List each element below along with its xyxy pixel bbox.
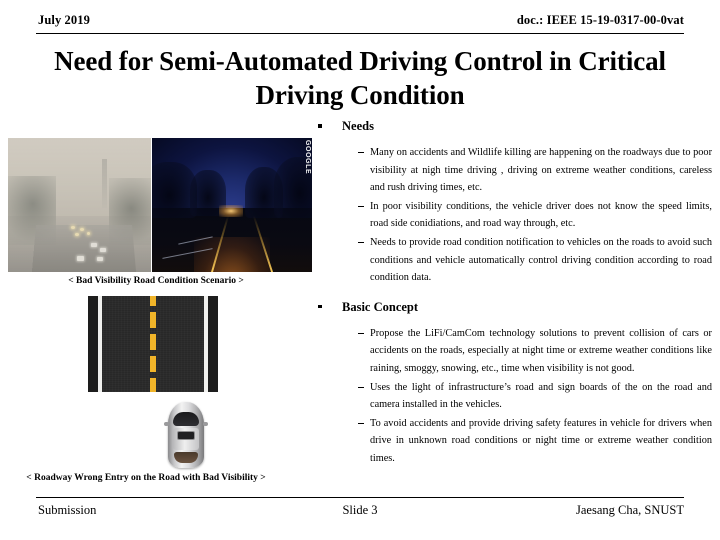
dash-bullet-icon bbox=[358, 241, 364, 243]
bullet-text: To avoid accidents and provide driving s… bbox=[370, 417, 712, 464]
bullet-item: Uses the light of infrastructure’s road … bbox=[312, 379, 712, 414]
center-lane-dash bbox=[150, 296, 156, 306]
slide: July 2019 doc.: IEEE 15-19-0317-00-0vat … bbox=[0, 0, 720, 540]
night-road-photo: GOOGLE bbox=[152, 138, 312, 272]
bullet-text: Uses the light of infrastructure’s road … bbox=[370, 381, 712, 411]
dash-bullet-icon bbox=[358, 332, 364, 334]
car-mirror-left bbox=[164, 422, 169, 426]
bullet-text: In poor visibility conditions, the vehic… bbox=[370, 200, 712, 230]
road-shoulder-left bbox=[88, 296, 98, 392]
road-edge-line-right bbox=[204, 296, 208, 392]
section-heading-label: Basic Concept bbox=[342, 299, 419, 314]
road-shoulder-right bbox=[208, 296, 218, 392]
foggy-highway-photo bbox=[8, 138, 151, 272]
section-heading-label: Needs bbox=[342, 119, 374, 133]
caption-wrong-entry: < Roadway Wrong Entry on the Road with B… bbox=[26, 473, 266, 483]
header-divider bbox=[36, 33, 684, 34]
center-lane-dash bbox=[150, 356, 156, 372]
dash-bullet-icon bbox=[358, 386, 364, 388]
bullet-item: Needs to provide road condition notifica… bbox=[312, 234, 712, 287]
dash-bullet-icon bbox=[358, 152, 364, 153]
bullet-item: Propose the LiFi/CamCom technology solut… bbox=[312, 325, 712, 378]
dash-bullet-icon bbox=[358, 205, 364, 207]
slide-footer: Submission Slide 3 Jaesang Cha, SNUST bbox=[36, 503, 684, 525]
bullet-item: To avoid accidents and provide driving s… bbox=[312, 415, 712, 468]
road-edge-line-left bbox=[98, 296, 102, 392]
car-rear-window bbox=[174, 452, 198, 463]
oncoming-vehicle-glow bbox=[219, 205, 244, 217]
header-date: July 2019 bbox=[38, 13, 90, 27]
footer-author: Jaesang Cha, SNUST bbox=[576, 503, 684, 517]
top-down-car-photo bbox=[164, 402, 208, 468]
section-heading-basic-concept: Basic Concept bbox=[312, 299, 712, 315]
square-bullet-icon bbox=[318, 124, 322, 128]
page-title: Need for Semi-Automated Driving Control … bbox=[54, 46, 666, 110]
bullet-item: In poor visibility conditions, the vehic… bbox=[312, 198, 712, 233]
car-windshield bbox=[173, 412, 199, 426]
slide-content: Needs Many on accidents and Wildlife kil… bbox=[312, 118, 712, 469]
top-down-road-photo bbox=[88, 296, 218, 392]
bullet-item: Many on accidents and Wildlife killing a… bbox=[312, 144, 712, 197]
dash-bullet-icon bbox=[358, 422, 364, 424]
headlight-road-glow bbox=[193, 237, 271, 272]
car-sunroof bbox=[177, 431, 195, 440]
footer-divider bbox=[36, 497, 684, 498]
center-lane-dash bbox=[150, 334, 156, 350]
car-mirror-right bbox=[203, 422, 208, 426]
fog-haze-overlay bbox=[8, 138, 151, 272]
section-heading-needs: Needs bbox=[312, 118, 712, 134]
bullet-text: Many on accidents and Wildlife killing a… bbox=[370, 147, 712, 194]
square-bullet-icon bbox=[318, 304, 322, 309]
bullet-text: Propose the LiFi/CamCom technology solut… bbox=[370, 327, 712, 374]
center-lane-dash bbox=[150, 378, 156, 392]
bullet-text: Needs to provide road condition notifica… bbox=[370, 236, 712, 284]
header-document-id: doc.: IEEE 15-19-0317-00-0vat bbox=[516, 13, 684, 27]
caption-bad-visibility: < Bad Visibility Road Condition Scenario… bbox=[68, 276, 244, 286]
google-watermark: GOOGLE bbox=[304, 140, 311, 175]
center-lane-dash bbox=[150, 312, 156, 328]
slide-header: July 2019 doc.: IEEE 15-19-0317-00-0vat bbox=[36, 13, 684, 33]
